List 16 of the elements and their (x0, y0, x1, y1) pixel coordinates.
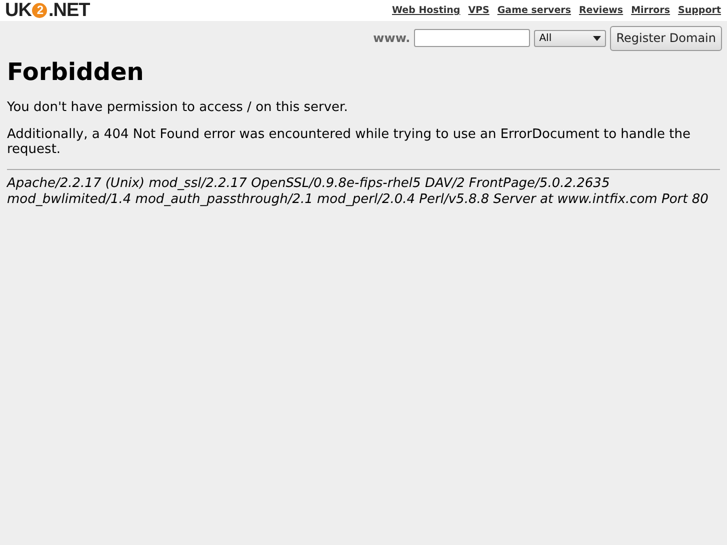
extension-dropdown[interactable]: All (534, 30, 606, 46)
page-title: Forbidden (7, 58, 145, 86)
caret-icon (593, 36, 602, 40)
nav-link[interactable]: Reviews (578, 5, 624, 16)
register-domain-button[interactable]: Register Domain (610, 26, 722, 50)
domain-prefix: www. (373, 31, 410, 45)
error-message: Additionally, a 404 Not Found error was encountered while trying to use an ErrorDocument to handle the request. (7, 127, 692, 157)
nav-link[interactable]: Game servers (497, 5, 571, 16)
error-message: You don't have permission to access / on this server. (7, 100, 349, 115)
nav-link[interactable]: Support (678, 5, 721, 16)
nav-link[interactable]: VPS (468, 5, 490, 16)
domain-input-field[interactable] (414, 29, 530, 47)
server-signature: Apache/2.2.17 (Unix) mod_ssl/2.2.17 OpenSSL/0.9.8e-fips-rhel5 DAV/2 FrontPage/5.0.2.2635 mod_bwlimited/1.4 mod_auth_passthrough/2.1 mod_perl/2.0.4 Perl/v5.8.8 Server at www.intfix.com Port 80 (7, 176, 710, 208)
nav-link[interactable]: Web Hosting (392, 5, 460, 16)
logo[interactable]: UK 2 .NET (5, 0, 90, 22)
nav-link[interactable]: Mirrors (631, 5, 670, 16)
